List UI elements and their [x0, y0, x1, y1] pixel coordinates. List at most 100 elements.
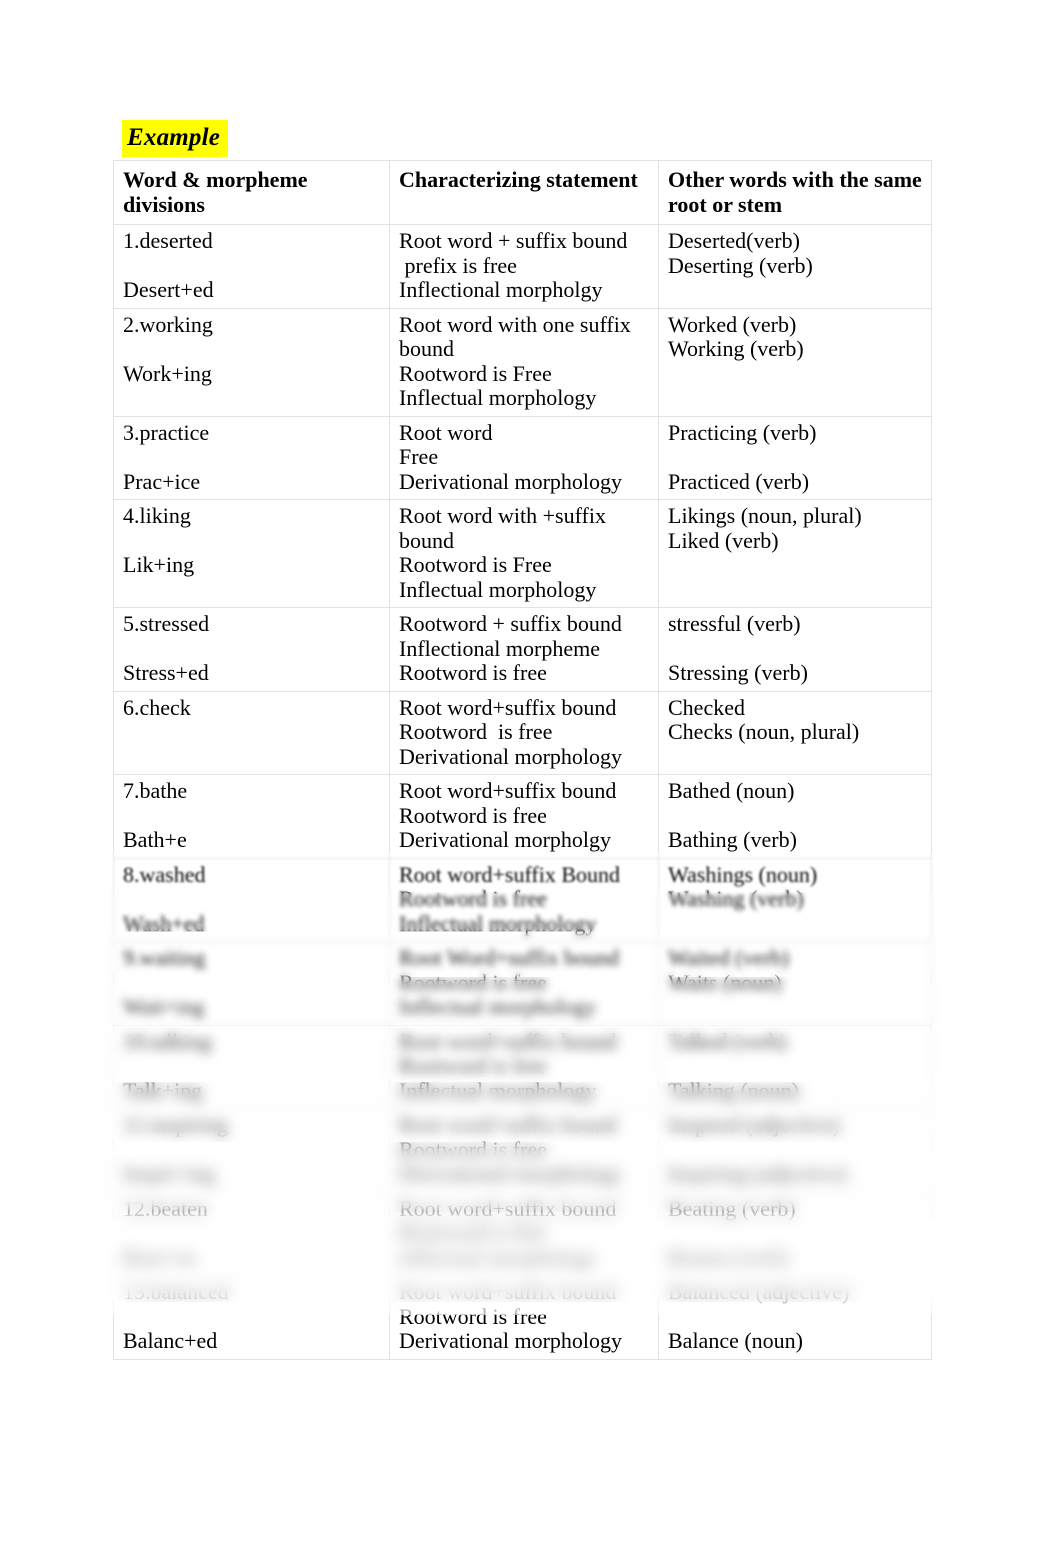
cell-line: Practiced (verb): [668, 468, 810, 494]
cell-line: Likings (noun, plural): [668, 503, 862, 528]
cell-line: Beat+en: [123, 1244, 197, 1270]
cell-line: Talking (noun): [668, 1077, 800, 1103]
cell-line: Washings (noun): [668, 861, 818, 887]
table-row: 3.practice Prac+ice Root word Free Derivatio…: [113, 415, 932, 500]
cell-line: Inspir+ing: [123, 1161, 215, 1186]
table-row: 13.balanced Balanc+ed Root word+suffix bou…: [113, 1275, 932, 1360]
table-cell-2: Root word Free Derivational morphology: [389, 415, 659, 500]
cell-line: [123, 804, 384, 829]
table-row: 9.waiting Wait+ing Root Word+suffix bound R…: [113, 941, 932, 1026]
table-cell-3: Bathed (noun) Bathing (verb): [658, 774, 932, 859]
cell-line: Washing (verb): [668, 886, 804, 911]
cell-line: Inflectual morphology: [399, 576, 597, 602]
cell-line: [668, 804, 926, 829]
cell-line: Rootword is Free: [399, 360, 552, 386]
cell-line: 8.washed: [123, 861, 206, 887]
cell-line: [123, 1054, 384, 1079]
cell-line: [123, 971, 384, 996]
table-cell-1: 13.balanced Balanc+ed: [113, 1275, 390, 1360]
table-row: 12.beaten Beat+en Root word+suffix bound Ro…: [113, 1191, 932, 1276]
cell-line: [123, 529, 384, 554]
table-row: 5.stressed Stress+ed Rootword + suffix bou…: [113, 607, 932, 692]
table-row: 11.inspiring Inspir+ing Root word+suffix b…: [113, 1108, 932, 1193]
table-cell-1: 12.beaten Beat+en: [113, 1191, 390, 1276]
column-header-characterizing-statement: Characterizing statement: [389, 160, 659, 225]
cell-line: [123, 1221, 384, 1246]
cell-line: [123, 445, 384, 470]
cell-line: 10.talking: [123, 1028, 212, 1054]
cell-line: Desert+ed: [123, 277, 214, 302]
cell-line: Work+ing: [123, 360, 212, 386]
cell-line: Inflectional morpholgy: [399, 277, 603, 302]
cell-line: Rootword is free: [399, 1053, 547, 1078]
table-cell-3: Practicing (verb) Practiced (verb): [658, 415, 932, 500]
cell-line: Waits (noun): [668, 969, 782, 995]
table-cell-2: Root word+suffix bound Rootword is free In…: [389, 1024, 659, 1109]
table-cell-1: 8.washed Wash+ed: [113, 857, 390, 942]
cell-line: Beating (verb): [668, 1195, 796, 1221]
table-cell-3: Worked (verb) Working (verb): [658, 307, 932, 417]
cell-line: Stress+ed: [123, 660, 209, 685]
cell-line: Root Word+suffix bound: [399, 945, 620, 970]
table-cell-3: Washings (noun) Washing (verb): [658, 857, 932, 942]
cell-line: [668, 1138, 926, 1163]
table-cell-3: Waited (verb) Waits (noun): [658, 941, 932, 1026]
cell-line: Practicing (verb): [668, 419, 817, 445]
table-cell-2: Root word + suffix bound prefix is free I…: [389, 224, 659, 309]
table-body: 1.deserted Desert+ed Root word + suffix bo…: [113, 224, 932, 1360]
table-row: 1.deserted Desert+ed Root word + suffix bo…: [113, 224, 932, 309]
cell-line: Bathed (noun): [668, 778, 795, 803]
cell-line: Inspiring (adjective): [668, 1161, 847, 1186]
cell-line: Inflectual morphology: [399, 1077, 597, 1103]
cell-line: 12.beaten: [123, 1195, 208, 1221]
cell-line: Wash+ed: [123, 910, 205, 936]
cell-line: [668, 1221, 926, 1246]
cell-line: Deserted(verb): [668, 228, 800, 253]
cell-line: Talked (verb): [668, 1028, 787, 1054]
table-cell-2: Root word with +suffix bound Rootword is …: [389, 499, 659, 608]
table-header-row: Word & morpheme divisions Characterizing…: [113, 160, 932, 225]
table-cell-3: stressful (verb) Stressing (verb): [658, 607, 932, 692]
table-cell-2: Root word+suffix bound Rootword is free In…: [389, 1191, 659, 1276]
cell-line: 2.working: [123, 311, 213, 337]
cell-line: 1.deserted: [123, 228, 213, 253]
cell-line: 9.waiting: [123, 945, 206, 970]
table-row: 8.washed Wash+ed Root word+suffix Bound Roo…: [113, 857, 932, 942]
cell-line: Root word+suffix bound: [399, 1112, 617, 1137]
cell-line: 7.bathe: [123, 778, 188, 803]
cell-line: [668, 445, 926, 470]
cell-line: Inflectual morphology: [399, 910, 597, 936]
cell-line: [668, 637, 926, 662]
document-page: Example Word & morpheme divisions Charac…: [0, 0, 1062, 1556]
table-cell-3: Inspired (adjective) Inspiring (adjective…: [658, 1108, 932, 1193]
cell-line: Checked: [668, 694, 745, 720]
cell-line: [123, 254, 384, 279]
cell-line: Lik+ing: [123, 552, 195, 577]
cell-line: 11.inspiring: [123, 1112, 228, 1137]
cell-line: Balance (noun): [668, 1328, 803, 1353]
cell-line: Free: [399, 444, 439, 469]
cell-line: prefix is free: [399, 252, 517, 278]
table-cell-2: Root Word+suffix bound Rootword is free In…: [389, 941, 659, 1026]
table-cell-3: Balanced (adjective) Balance (noun): [658, 1275, 932, 1360]
morphology-table: Word & morpheme divisions Characterizing…: [113, 160, 932, 1360]
cell-line: Root word + suffix bound: [399, 228, 628, 253]
cell-line: Root word+suffix bound: [399, 694, 617, 720]
cell-line: [668, 1054, 926, 1079]
cell-line: [123, 1138, 384, 1163]
cell-line: Derivational morphology: [399, 1161, 623, 1186]
cell-line: [123, 637, 384, 662]
cell-line: Wait+ing: [123, 994, 205, 1019]
table-row: 6.check Root word+suffix bound Rootword is…: [113, 690, 932, 775]
cell-line: Prac+ice: [123, 468, 201, 494]
cell-line: Rootword is free: [399, 1136, 547, 1162]
cell-line: 13.balanced: [123, 1279, 229, 1304]
cell-line: Derivational morphology: [399, 468, 623, 494]
table-cell-3: Talked (verb) Talking (noun): [658, 1024, 932, 1109]
cell-line: Waited (verb): [668, 945, 789, 970]
cell-line: Stressing (verb): [668, 660, 808, 685]
table-cell-1: 5.stressed Stress+ed: [113, 607, 390, 692]
table-cell-1: 2.working Work+ing: [113, 307, 390, 417]
cell-line: stressful (verb): [668, 611, 801, 636]
table-cell-1: 10.talking Talk+ing: [113, 1024, 390, 1109]
